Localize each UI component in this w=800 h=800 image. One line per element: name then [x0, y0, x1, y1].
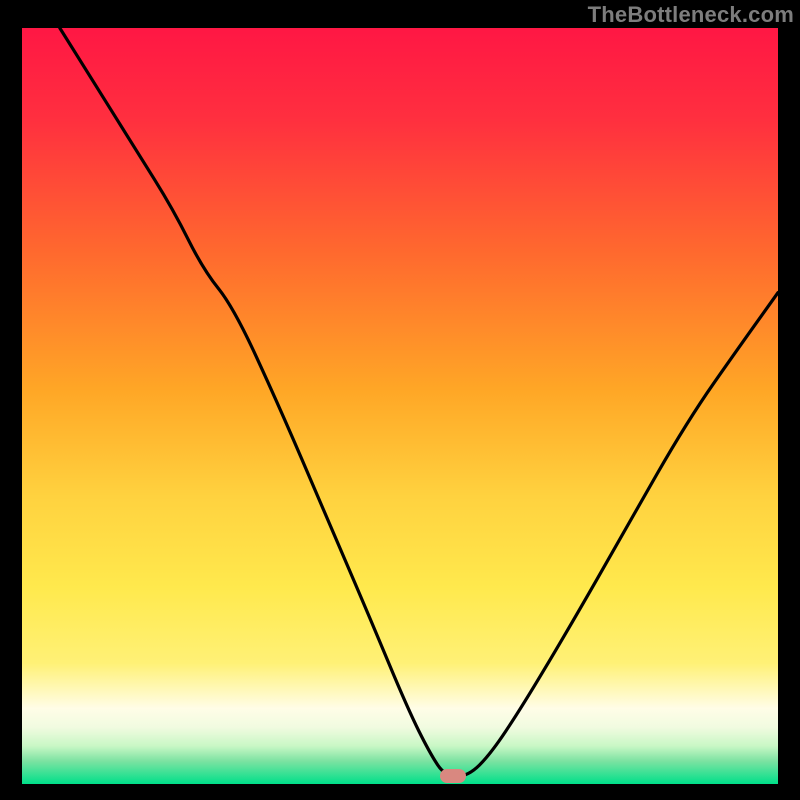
watermark-text: TheBottleneck.com	[588, 2, 794, 28]
chart-container: TheBottleneck.com	[0, 0, 800, 800]
curve-path	[60, 28, 778, 776]
plot-area	[22, 28, 778, 784]
bottleneck-curve	[22, 28, 778, 784]
optimal-marker	[440, 769, 466, 783]
